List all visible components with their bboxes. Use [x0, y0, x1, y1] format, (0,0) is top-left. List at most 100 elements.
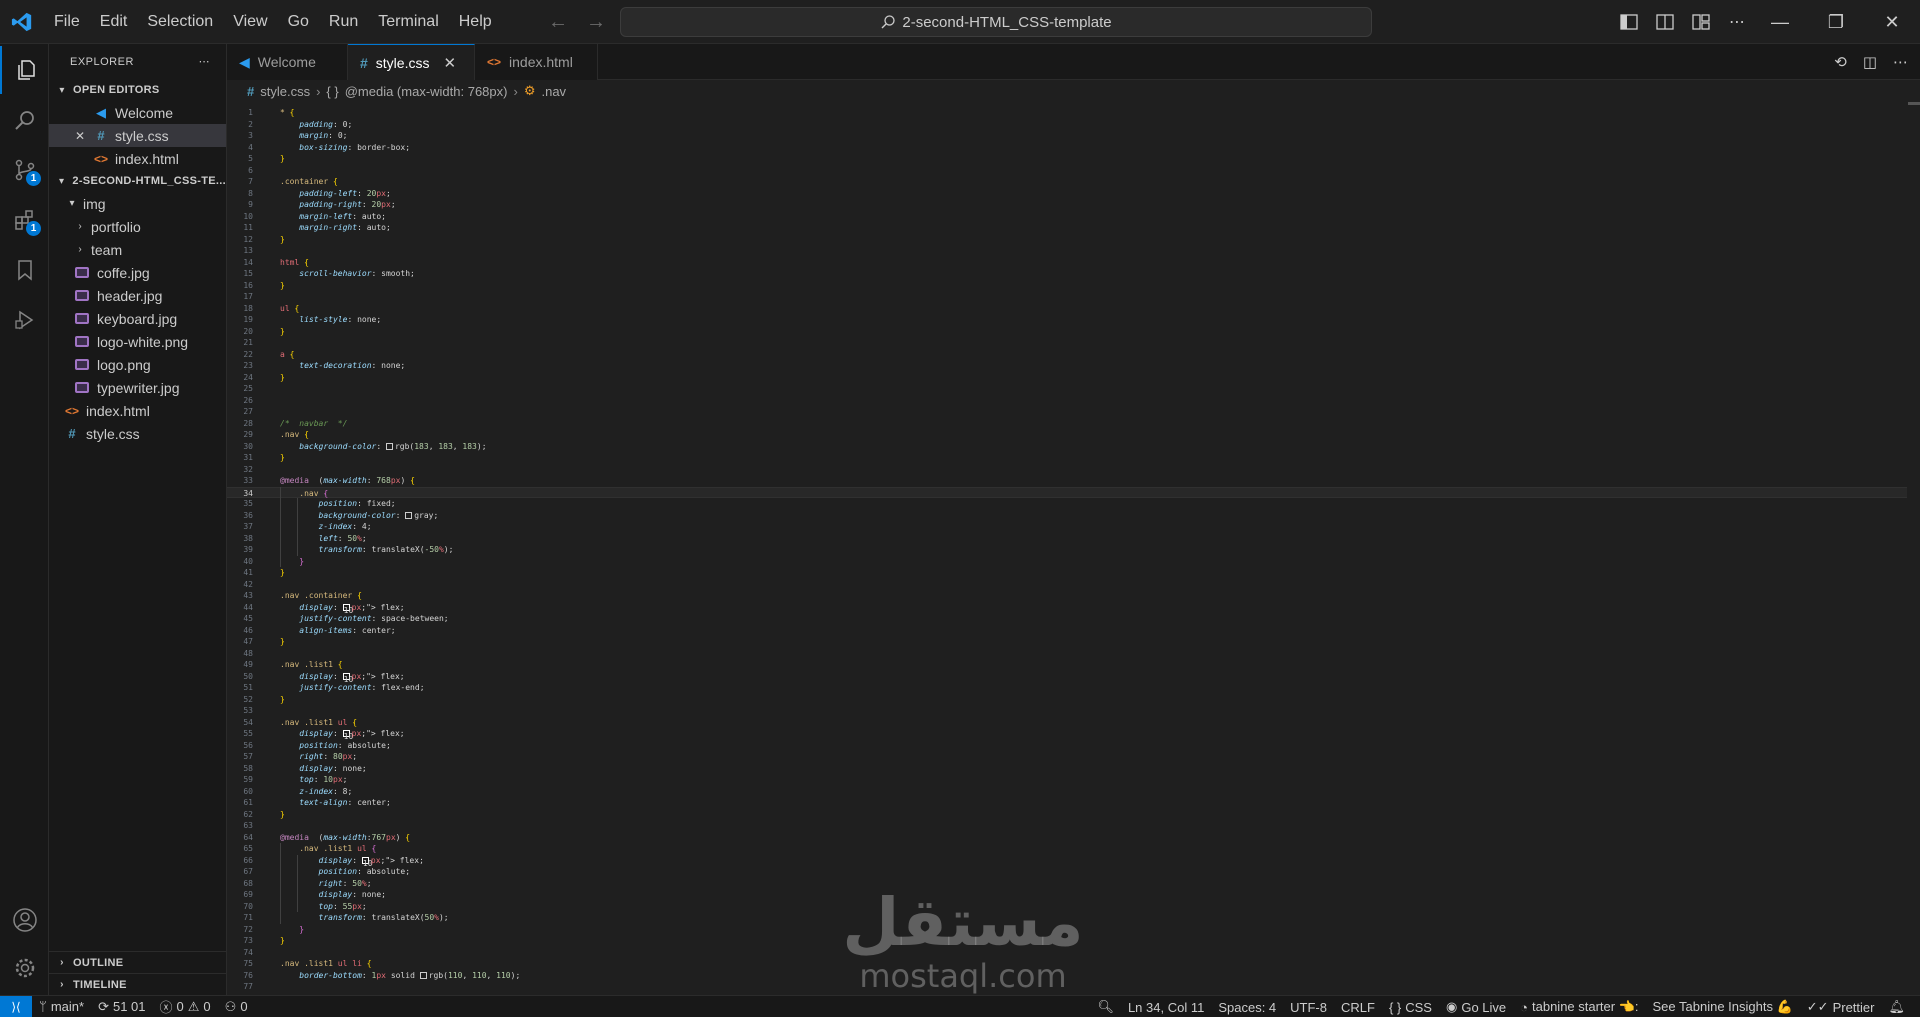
- code-line[interactable]: 52}: [227, 694, 1907, 706]
- code-line[interactable]: 9 padding-right: 20px;: [227, 199, 1907, 211]
- git-branch[interactable]: ᛘ main*: [32, 999, 91, 1014]
- breadcrumb-symbol[interactable]: .nav: [541, 84, 566, 99]
- code-line[interactable]: 56 position: absolute;: [227, 740, 1907, 752]
- customize-layout-icon[interactable]: [1690, 11, 1712, 33]
- problems[interactable]: ⓧ 0 ⚠ 0: [153, 997, 218, 1016]
- toggle-primary-sidebar-icon[interactable]: [1618, 11, 1640, 33]
- end-of-line[interactable]: CRLF: [1334, 1000, 1382, 1015]
- code-line[interactable]: 55 display: 10px;"> flex;: [227, 728, 1907, 741]
- code-line[interactable]: 6: [227, 165, 1907, 177]
- timeline-history-icon[interactable]: ⟲: [1834, 53, 1847, 71]
- close-window-icon[interactable]: ✕: [1864, 0, 1920, 44]
- indentation[interactable]: Spaces: 4: [1211, 1000, 1283, 1015]
- breadcrumb-media[interactable]: @media (max-width: 768px): [345, 84, 508, 99]
- restore-icon[interactable]: ❐: [1808, 0, 1864, 44]
- cursor-position[interactable]: Ln 34, Col 11: [1121, 1000, 1211, 1015]
- code-line[interactable]: 47}: [227, 636, 1907, 648]
- code-line[interactable]: 27: [227, 406, 1907, 418]
- code-line[interactable]: 39 transform: translateX(-50%);: [227, 544, 1907, 556]
- minimize-icon[interactable]: —: [1752, 0, 1808, 44]
- folder-portfolio[interactable]: › portfolio: [49, 215, 226, 238]
- tab-welcome[interactable]: ◀ Welcome: [227, 44, 348, 80]
- code-line[interactable]: 63: [227, 820, 1907, 832]
- code-line[interactable]: 43 .nav .container {: [227, 590, 1907, 602]
- code-line[interactable]: 61 text-align: center;: [227, 797, 1907, 809]
- code-line[interactable]: 35 position: fixed;: [227, 498, 1907, 510]
- code-line[interactable]: 5}: [227, 153, 1907, 165]
- file-logo-png[interactable]: logo.png: [49, 353, 226, 376]
- code-line[interactable]: 3 margin: 0;: [227, 130, 1907, 142]
- run-debug-icon[interactable]: [0, 296, 49, 344]
- explorer-more-icon[interactable]: ⋯: [199, 55, 211, 68]
- open-editor-welcome[interactable]: ◀ Welcome: [49, 101, 226, 124]
- menu-selection[interactable]: Selection: [137, 0, 223, 44]
- code-line[interactable]: 17: [227, 291, 1907, 303]
- menu-go[interactable]: Go: [278, 0, 319, 44]
- code-line[interactable]: 30 background-color: rgb(183, 183, 183);: [227, 441, 1907, 453]
- code-line[interactable]: 31}: [227, 452, 1907, 464]
- file-logo-white-png[interactable]: logo-white.png: [49, 330, 226, 353]
- code-line[interactable]: 57 right: 80px;: [227, 751, 1907, 763]
- code-line[interactable]: 36 background-color: gray;: [227, 510, 1907, 522]
- code-line[interactable]: 22 a {: [227, 349, 1907, 361]
- file-style-css[interactable]: # style.css: [49, 422, 226, 445]
- menu-run[interactable]: Run: [319, 0, 368, 44]
- account-icon[interactable]: [0, 896, 49, 944]
- tab-index-html[interactable]: <> index.html: [475, 44, 598, 80]
- code-line[interactable]: 4 box-sizing: border-box;: [227, 142, 1907, 154]
- code-line[interactable]: 38 left: 50%;: [227, 533, 1907, 545]
- prettier[interactable]: ✓✓ Prettier: [1800, 999, 1882, 1015]
- open-editor-style-css[interactable]: ✕ # style.css: [49, 124, 226, 147]
- file-typewriter-jpg[interactable]: typewriter.jpg: [49, 376, 226, 399]
- code-line[interactable]: 18 ul {: [227, 303, 1907, 315]
- tab-style-css[interactable]: # style.css ✕: [348, 44, 475, 80]
- code-line[interactable]: 42: [227, 579, 1907, 591]
- code-line[interactable]: 50 display: 10px;"> flex;: [227, 671, 1907, 684]
- bookmark-icon[interactable]: [0, 246, 49, 294]
- source-control-icon[interactable]: 1: [0, 146, 49, 194]
- code-line[interactable]: 67 position: absolute;: [227, 866, 1907, 878]
- code-line[interactable]: 33 @media (max-width: 768px) {: [227, 475, 1907, 487]
- code-line[interactable]: 29 .nav {: [227, 429, 1907, 441]
- code-line[interactable]: 25: [227, 383, 1907, 395]
- code-line[interactable]: 44 display: 10px;"> flex;: [227, 602, 1907, 615]
- menu-edit[interactable]: Edit: [90, 0, 138, 44]
- code-line[interactable]: 66 display: 10px;"> flex;: [227, 855, 1907, 868]
- encoding[interactable]: UTF-8: [1283, 1000, 1334, 1015]
- extensions-icon[interactable]: 1: [0, 196, 49, 244]
- code-line[interactable]: 2 padding: 0;: [227, 119, 1907, 131]
- code-line[interactable]: 14 html {: [227, 257, 1907, 269]
- code-line[interactable]: 12}: [227, 234, 1907, 246]
- code-line[interactable]: 46 align-items: center;: [227, 625, 1907, 637]
- close-editor-icon[interactable]: ✕: [75, 129, 93, 143]
- code-line[interactable]: 26: [227, 395, 1907, 407]
- outline-header[interactable]: › OUTLINE: [49, 951, 227, 973]
- menu-terminal[interactable]: Terminal: [368, 0, 448, 44]
- code-line[interactable]: 8 padding-left: 20px;: [227, 188, 1907, 200]
- code-line[interactable]: 41}: [227, 567, 1907, 579]
- tabnine-insights[interactable]: See Tabnine Insights 💪: [1646, 999, 1800, 1015]
- file-index-html[interactable]: <> index.html: [49, 399, 226, 422]
- code-line[interactable]: 37 z-index: 4;: [227, 521, 1907, 533]
- breadcrumb-file[interactable]: style.css: [260, 84, 310, 99]
- file-header-jpg[interactable]: header.jpg: [49, 284, 226, 307]
- zoom-icon[interactable]: 🔍︎: [1090, 999, 1121, 1015]
- ports[interactable]: ⚇ 0: [218, 999, 255, 1015]
- code-line[interactable]: 34 .nav {: [227, 486, 1907, 498]
- open-editors-header[interactable]: ▾ OPEN EDITORS: [49, 79, 226, 101]
- forward-arrow-icon[interactable]: →: [586, 11, 606, 34]
- menu-file[interactable]: File: [44, 0, 90, 44]
- command-center[interactable]: 2-second-HTML_CSS-template: [620, 7, 1372, 37]
- language-mode[interactable]: { } CSS: [1382, 1000, 1439, 1015]
- folder-img[interactable]: ▾ img: [49, 192, 226, 215]
- toggle-panel-icon[interactable]: [1654, 11, 1676, 33]
- project-folder-header[interactable]: ▾ 2-SECOND-HTML_CSS-TE...: [49, 170, 226, 192]
- file-coffe-jpg[interactable]: coffe.jpg: [49, 261, 226, 284]
- split-editor-icon[interactable]: ◫: [1863, 53, 1877, 71]
- folder-team[interactable]: › team: [49, 238, 226, 261]
- code-line[interactable]: 48: [227, 648, 1907, 660]
- tabnine[interactable]: ◔ tabnine starter 👈:: [1513, 999, 1645, 1015]
- go-live[interactable]: ◉ Go Live: [1439, 999, 1513, 1015]
- open-editor-index-html[interactable]: <> index.html: [49, 147, 226, 170]
- explorer-icon[interactable]: [0, 46, 49, 94]
